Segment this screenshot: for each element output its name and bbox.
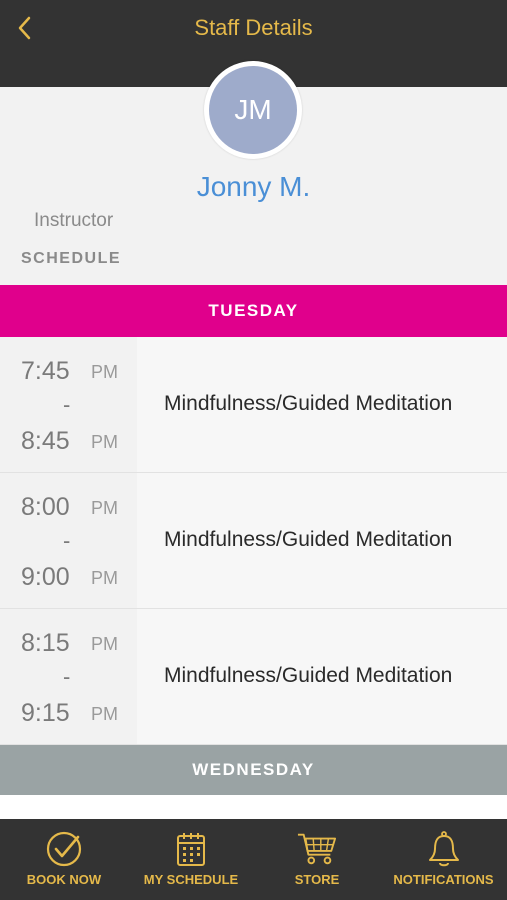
class-row-partial[interactable] [0, 795, 507, 819]
check-circle-icon [44, 829, 84, 869]
class-name: Mindfulness/Guided Meditation [164, 392, 453, 415]
class-time: 7:45 PM - 8:45 PM [0, 337, 137, 472]
tab-store[interactable]: STORE [254, 819, 380, 900]
class-time: 8:15 PM - 9:15 PM [0, 609, 137, 744]
tab-label: BOOK NOW [26, 872, 102, 887]
start-ampm: PM [91, 362, 118, 382]
tab-label: MY SCHEDULE [143, 872, 239, 887]
class-row[interactable]: 8:15 PM - 9:15 PM Mindfulness/Guided Med… [0, 609, 507, 745]
day-header-wednesday: WEDNESDAY [0, 745, 507, 795]
staff-role: Instructor [34, 210, 114, 231]
start-time: 7:45 [21, 357, 70, 385]
time-dash: - [63, 664, 71, 689]
start-time: 8:15 [21, 629, 70, 657]
end-ampm: PM [91, 432, 118, 452]
class-name: Mindfulness/Guided Meditation [164, 528, 453, 551]
end-ampm: PM [91, 704, 118, 724]
start-ampm: PM [91, 498, 118, 518]
class-name: Mindfulness/Guided Meditation [164, 664, 453, 687]
avatar-initials: JM [209, 66, 297, 154]
end-time: 9:15 [21, 699, 70, 727]
calendar-icon [171, 829, 211, 869]
tab-label: STORE [294, 872, 340, 887]
class-row[interactable]: 8:00 PM - 9:00 PM Mindfulness/Guided Med… [0, 473, 507, 609]
bell-icon [424, 829, 464, 869]
class-time [0, 795, 137, 819]
tab-book-now[interactable]: BOOK NOW [0, 819, 128, 900]
end-time: 8:45 [21, 427, 70, 455]
schedule-heading: SCHEDULE [21, 250, 122, 267]
start-ampm: PM [91, 634, 118, 654]
start-time: 8:00 [21, 493, 70, 521]
class-time: 8:00 PM - 9:00 PM [0, 473, 137, 608]
tab-my-schedule[interactable]: MY SCHEDULE [128, 819, 254, 900]
time-dash: - [63, 528, 71, 553]
end-ampm: PM [91, 568, 118, 588]
tab-label: NOTIFICATIONS [393, 872, 494, 887]
cart-icon [297, 829, 337, 869]
day-header-tuesday: TUESDAY [0, 285, 507, 337]
end-time: 9:00 [21, 563, 70, 591]
page-title: Staff Details [194, 15, 313, 40]
time-dash: - [63, 392, 71, 417]
staff-name: Jonny M. [196, 171, 311, 202]
class-row[interactable]: 7:45 PM - 8:45 PM Mindfulness/Guided Med… [0, 337, 507, 473]
tab-notifications[interactable]: NOTIFICATIONS [380, 819, 507, 900]
avatar: JM [204, 61, 302, 159]
bottom-tab-bar: BOOK NOW MY SCHEDULE STORE NOTIFICATIONS [0, 819, 507, 900]
